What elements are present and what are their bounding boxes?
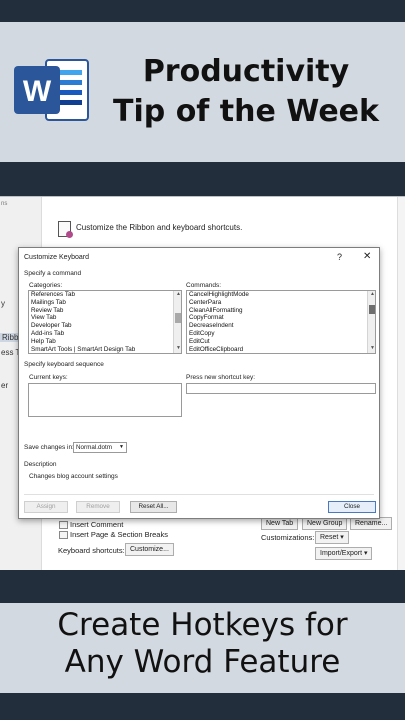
reset-dropdown-button[interactable]: Reset ▾ (315, 531, 349, 544)
list-item[interactable]: Review Tab (29, 307, 181, 315)
scroll-down-icon[interactable]: ▼ (368, 345, 375, 353)
customizations-label: Customizations: (261, 533, 315, 542)
caption-line-2: Any Word Feature (64, 644, 341, 680)
page-break-icon (59, 531, 68, 539)
customize-keyboard-dialog: Customize Keyboard ? ✕ Specify a command… (18, 247, 380, 519)
headline-line-1: Productivity (142, 54, 350, 89)
scroll-up-icon[interactable]: ▲ (368, 291, 375, 299)
command-insert-comment[interactable]: Insert Comment (70, 520, 123, 529)
specify-sequence-heading: Specify keyboard sequence (24, 361, 104, 368)
save-changes-label: Save changes in: (24, 444, 74, 451)
window-scrollbar[interactable] (397, 197, 405, 570)
insert-comment-icon (59, 521, 68, 529)
list-item[interactable]: CleanAllFormatting (187, 307, 375, 315)
list-item[interactable]: References Tab (29, 291, 181, 299)
list-item[interactable]: Add-ins Tab (29, 330, 181, 338)
reset-all-button[interactable]: Reset All... (130, 501, 177, 513)
caption-line-1: Create Hotkeys for (57, 607, 348, 643)
word-options-screenshot: ns y Ribbo ess Too er Customize the Ribb… (0, 196, 405, 570)
list-item[interactable]: CancelHighlightMode (187, 291, 375, 299)
import-export-button[interactable]: Import/Export ▾ (315, 547, 373, 560)
headline-line-2: Tip of the Week (113, 94, 379, 129)
list-item[interactable]: DecreaseIndent (187, 322, 375, 330)
assign-button[interactable]: Assign (24, 501, 68, 513)
commands-list[interactable]: CancelHighlightMode CenterPara CleanAllF… (186, 290, 376, 354)
categories-scrollbar[interactable]: ▲ ▼ (173, 291, 181, 353)
scroll-thumb[interactable] (175, 313, 181, 323)
caption: Create Hotkeys for Any Word Feature (0, 603, 405, 681)
sidebar-item[interactable]: y (1, 299, 5, 308)
dialog-title: Customize Keyboard (24, 254, 89, 261)
headline: Productivity Tip of the Week (96, 52, 396, 132)
scroll-down-icon[interactable]: ▼ (174, 345, 181, 353)
word-logo-letter: W (23, 75, 52, 108)
chevron-down-icon: ▼ (119, 444, 124, 450)
customize-heading: Customize the Ribbon and keyboard shortc… (76, 223, 243, 232)
keyboard-shortcuts-label: Keyboard shortcuts: (58, 546, 125, 555)
word-logo-icon: W (14, 59, 89, 121)
list-item[interactable]: EditCut (187, 338, 375, 346)
description-text: Changes blog account settings (29, 473, 118, 480)
current-keys-label: Current keys: (29, 374, 68, 381)
list-item[interactable]: View Tab (29, 314, 181, 322)
scroll-up-icon[interactable]: ▲ (174, 291, 181, 299)
list-item[interactable]: EditOfficeClipboard (187, 346, 375, 353)
list-item[interactable]: Mailings Tab (29, 299, 181, 307)
commands-label: Commands: (186, 282, 222, 289)
description-heading: Description (24, 461, 57, 468)
list-item[interactable]: Developer Tab (29, 322, 181, 330)
current-keys-list[interactable] (28, 383, 182, 417)
video-frame: W Productivity Tip of the Week ns y Ribb… (0, 0, 405, 720)
list-item[interactable]: SmartArt Tools | SmartArt Design Tab (29, 346, 181, 353)
categories-label: Categories: (29, 282, 63, 289)
command-insert-page-breaks[interactable]: Insert Page & Section Breaks (70, 530, 168, 539)
categories-list[interactable]: References Tab Mailings Tab Review Tab V… (28, 290, 182, 354)
list-item[interactable]: CenterPara (187, 299, 375, 307)
remove-button[interactable]: Remove (76, 501, 120, 513)
specify-command-heading: Specify a command (24, 270, 82, 277)
divider (24, 494, 374, 495)
new-shortcut-label: Press new shortcut key: (186, 374, 255, 381)
dialog-close-icon[interactable]: ✕ (363, 251, 371, 262)
list-item[interactable]: CopyFormat (187, 314, 375, 322)
window-title-fragment: ns (1, 201, 8, 207)
help-button[interactable]: ? (337, 252, 342, 262)
list-item[interactable]: EditCopy (187, 330, 375, 338)
scroll-thumb[interactable] (369, 305, 375, 314)
sidebar-item[interactable]: er (1, 381, 8, 390)
commands-scrollbar[interactable]: ▲ ▼ (367, 291, 375, 353)
save-changes-value: Normal.dotm (76, 444, 113, 451)
customize-shortcuts-button[interactable]: Customize... (125, 543, 174, 556)
save-changes-select[interactable]: Normal.dotm ▼ (73, 442, 127, 453)
close-button[interactable]: Close (328, 501, 376, 513)
new-shortcut-input[interactable] (186, 383, 376, 394)
list-item[interactable]: Help Tab (29, 338, 181, 346)
